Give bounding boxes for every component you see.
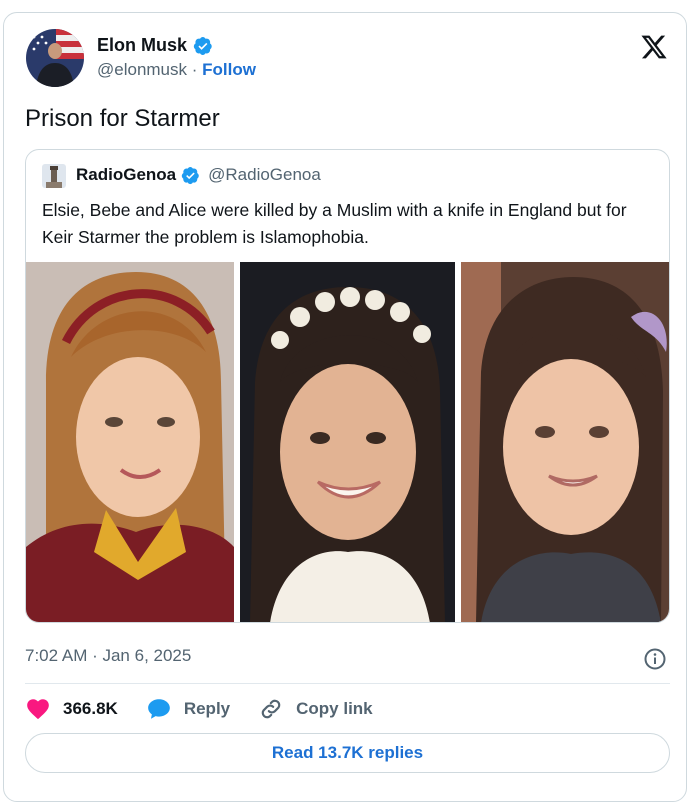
copy-link-button[interactable]: Copy link (258, 696, 373, 722)
author-handle-line: @elonmusk · Follow (97, 60, 256, 80)
author-name-text[interactable]: Elon Musk (97, 35, 187, 56)
quoted-text: Elsie, Bebe and Alice were killed by a M… (42, 200, 627, 247)
verified-badge-icon (181, 166, 199, 184)
reply-label: Reply (183, 699, 231, 718)
reply-button[interactable]: Reply (146, 696, 230, 722)
reply-bubble-icon (147, 699, 170, 719)
handle-separator: · (191, 60, 198, 79)
quoted-photo-grid[interactable] (26, 262, 669, 622)
follow-button[interactable]: Follow (202, 60, 256, 79)
read-replies-button[interactable]: Read 13.7K replies (25, 733, 670, 773)
quoted-photo-1[interactable] (26, 262, 234, 622)
tweet-timestamp[interactable]: 7:02 AM · Jan 6, 2025 (25, 646, 191, 666)
x-logo-icon[interactable] (640, 33, 668, 61)
tweet-text: Prison for Starmer (25, 105, 220, 132)
divider (25, 683, 670, 684)
author-name[interactable]: Elon Musk (97, 35, 213, 56)
heart-icon (27, 699, 49, 720)
copy-link-label: Copy link (296, 699, 373, 718)
tweet-card: Elon Musk @elonmusk · Follow Prison for … (3, 12, 687, 802)
like-button[interactable]: 366.8K (25, 696, 118, 722)
quoted-author-name: RadioGenoa (76, 165, 177, 184)
like-count: 366.8K (63, 699, 118, 718)
info-icon[interactable] (643, 647, 667, 671)
quoted-avatar (42, 164, 66, 188)
author-avatar[interactable] (26, 29, 84, 87)
quoted-author: RadioGenoa @RadioGenoa (76, 165, 321, 185)
action-bar: 366.8K Reply Copy link (25, 695, 373, 723)
quoted-photo-2[interactable] (240, 262, 455, 622)
quoted-tweet[interactable]: RadioGenoa @RadioGenoa Elsie, Bebe and A… (25, 149, 670, 623)
author-handle[interactable]: @elonmusk (97, 60, 187, 79)
quoted-author-handle: @RadioGenoa (208, 165, 321, 184)
verified-badge-icon (193, 36, 212, 55)
quoted-photo-3[interactable] (461, 262, 669, 622)
link-icon (261, 699, 281, 719)
